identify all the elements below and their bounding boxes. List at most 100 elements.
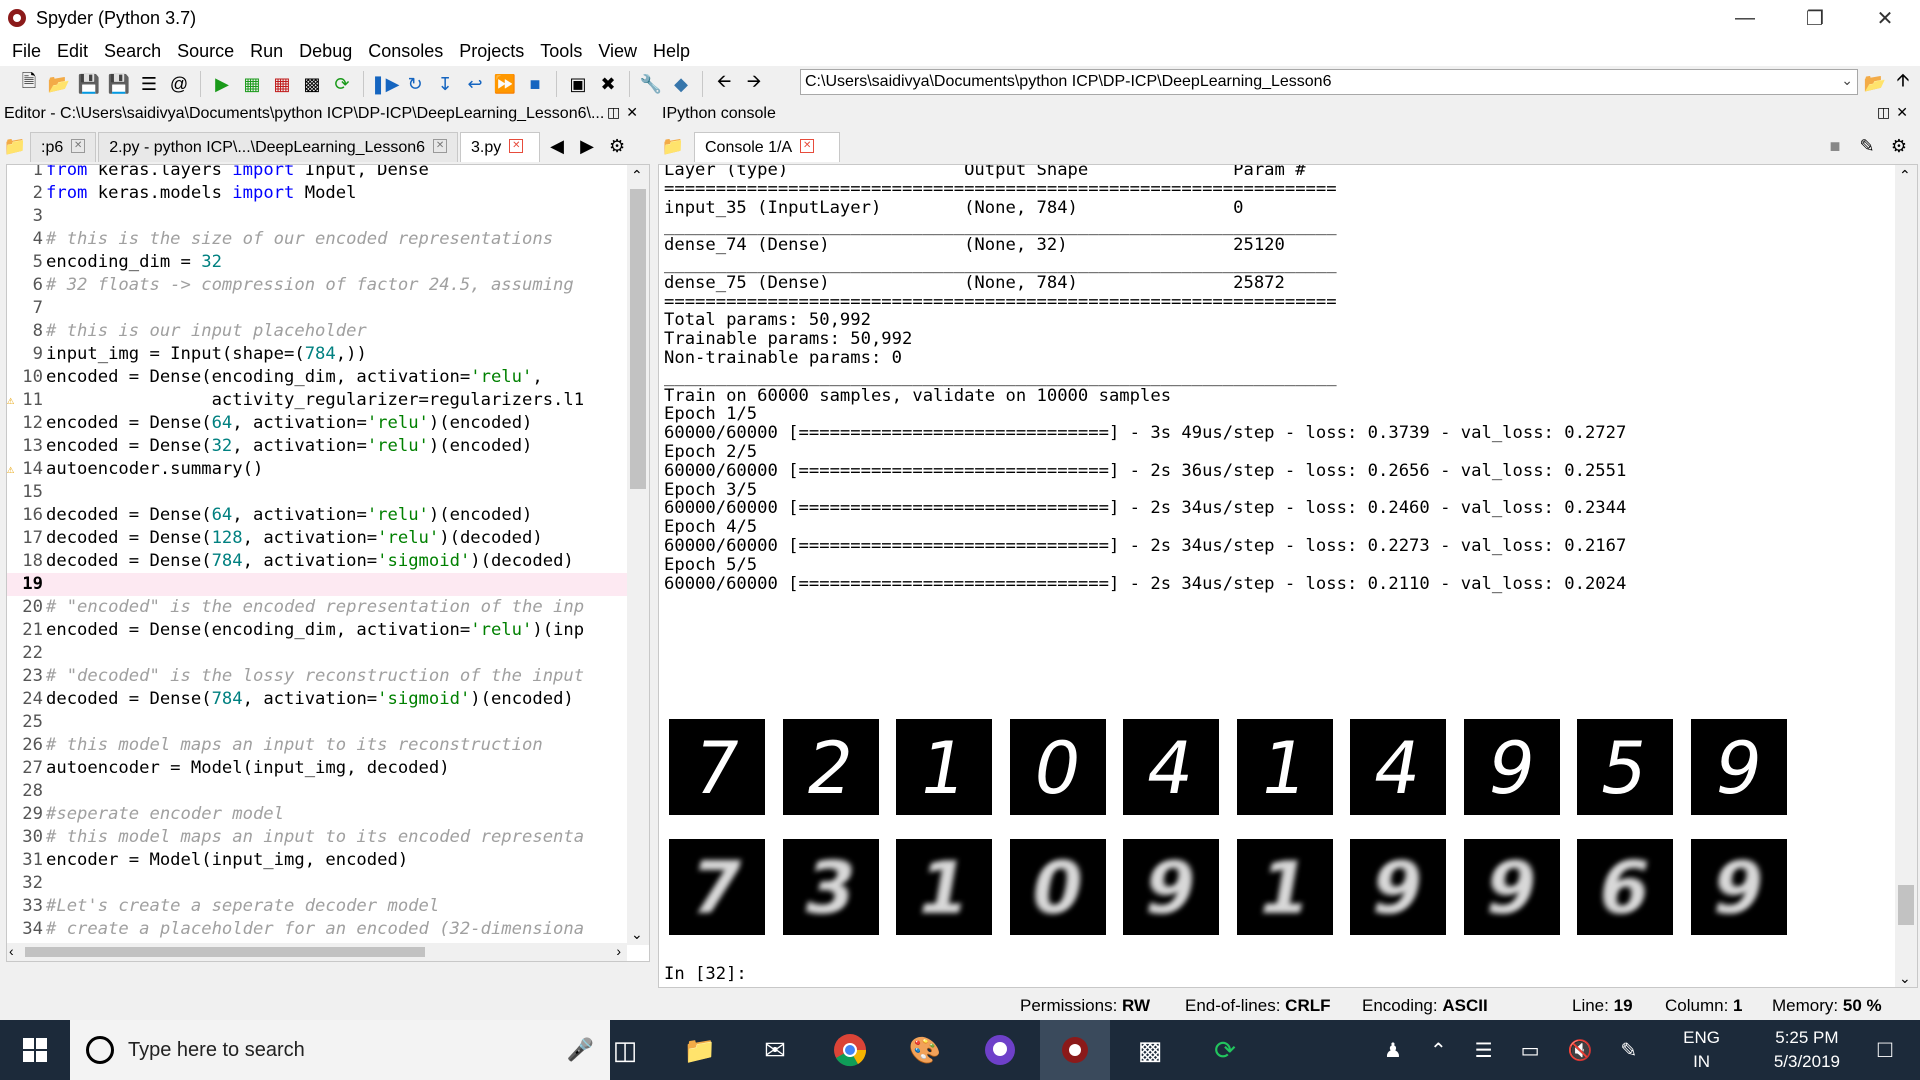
python-path-icon[interactable]: ◆	[669, 72, 693, 96]
menu-source[interactable]: Source	[169, 41, 242, 62]
code-line[interactable]: 22	[7, 642, 627, 665]
minimize-button[interactable]: —	[1710, 0, 1780, 36]
code-line[interactable]: 18 decoded = Dense(784, activation='sigmo…	[7, 550, 627, 573]
code-line[interactable]: 32	[7, 872, 627, 895]
continue-icon[interactable]: ⏩	[493, 72, 517, 96]
pane-controls[interactable]: ◫✕	[1877, 104, 1914, 121]
menu-consoles[interactable]: Consoles	[360, 41, 451, 62]
code-line[interactable]: 14 ⚠ autoencoder.summary()	[7, 458, 627, 481]
code-line[interactable]: 25	[7, 711, 627, 734]
rerun-icon[interactable]: ⟳	[330, 72, 354, 96]
scroll-thumb[interactable]	[25, 947, 425, 957]
menu-projects[interactable]: Projects	[451, 41, 532, 62]
chevron-down-icon[interactable]: ⌄	[1841, 72, 1853, 89]
at-icon[interactable]: @	[167, 72, 191, 96]
tab-p6[interactable]: :p6 ✕	[30, 132, 97, 162]
code-line[interactable]: 34 # create a placeholder for an encoded …	[7, 918, 627, 941]
github-icon[interactable]	[965, 1020, 1035, 1080]
code-line[interactable]: 15	[7, 481, 627, 504]
terminal-icon[interactable]: ▩	[1115, 1020, 1185, 1080]
code-line[interactable]: 29 #seperate encoder model	[7, 803, 627, 826]
step-into-icon[interactable]: ↧	[433, 72, 457, 96]
preferences-wrench-icon[interactable]: 🔧	[639, 72, 663, 96]
open-file-icon[interactable]: 📂	[47, 72, 71, 96]
code-line[interactable]: 31 encoder = Model(input_img, encoded)	[7, 849, 627, 872]
code-line[interactable]: 13 encoded = Dense(32, activation='relu')…	[7, 435, 627, 458]
close-tab-icon[interactable]: ✕	[800, 139, 815, 153]
clock[interactable]: 5:25 PM 5/3/2019	[1774, 1026, 1840, 1074]
close-tab-icon[interactable]: ✕	[71, 139, 86, 153]
forward-arrow-icon[interactable]: 🡪	[742, 71, 766, 96]
paint-icon[interactable]: 🎨	[890, 1020, 960, 1080]
people-icon[interactable]: ♟	[1384, 1038, 1402, 1063]
code-line[interactable]: 19	[7, 573, 627, 596]
code-line[interactable]: 1 from keras.layers import Input, Dense	[7, 165, 627, 182]
step-icon[interactable]: ↻	[403, 72, 427, 96]
menu-view[interactable]: View	[590, 41, 645, 62]
scroll-down-icon[interactable]: ⌄	[631, 926, 643, 943]
spyder-taskbar-icon[interactable]	[1040, 1020, 1110, 1080]
code-line[interactable]: 6 # 32 floats -> compression of factor 24…	[7, 274, 627, 297]
scroll-left-icon[interactable]: ‹	[9, 943, 14, 959]
scroll-up-icon[interactable]: ⌃	[631, 167, 643, 184]
code-line[interactable]: 4 # this is the size of our encoded repre…	[7, 228, 627, 251]
editor-options-gear-icon[interactable]: ⚙	[605, 134, 629, 158]
save-all-icon[interactable]: 💾	[107, 72, 131, 96]
code-line[interactable]: 9 input_img = Input(shape=(784,))	[7, 343, 627, 366]
notifications-icon[interactable]: □	[1850, 1020, 1920, 1080]
menu-edit[interactable]: Edit	[49, 41, 96, 62]
code-line[interactable]: 8 # this is our input placeholder	[7, 320, 627, 343]
chrome-icon[interactable]	[815, 1020, 885, 1080]
console-vertical-scrollbar[interactable]: ⌃ ⌄	[1895, 165, 1917, 987]
code-line[interactable]: 23 # "decoded" is the lossy reconstructio…	[7, 665, 627, 688]
start-button[interactable]	[0, 1020, 70, 1080]
clear-console-icon[interactable]: ✎	[1855, 134, 1879, 158]
code-line[interactable]: 2 from keras.models import Model	[7, 182, 627, 205]
run-icon[interactable]: ▶	[210, 72, 234, 96]
scroll-tabs-right-icon[interactable]: ▶	[575, 134, 599, 158]
mail-icon[interactable]: ✉	[740, 1020, 810, 1080]
tab-2py[interactable]: 2.py - python ICP\...\DeepLearning_Lesso…	[98, 132, 459, 162]
code-line[interactable]: 30 # this model maps an input to its enco…	[7, 826, 627, 849]
console-prompt[interactable]: In [32]:	[664, 963, 747, 986]
browse-tabs-icon[interactable]: 📁	[661, 134, 685, 158]
code-line[interactable]: 24 decoded = Dense(784, activation='sigmo…	[7, 688, 627, 711]
stop-kernel-icon[interactable]: ■	[1823, 134, 1847, 158]
debug-icon[interactable]: ❚▶	[371, 72, 400, 96]
scroll-up-icon[interactable]: ⌃	[1899, 167, 1911, 184]
warning-icon[interactable]: ⚠	[7, 389, 14, 412]
taskbar-search[interactable]: Type here to search 🎤	[70, 1020, 610, 1080]
code-line[interactable]: 33 #Let's create a seperate decoder model	[7, 895, 627, 918]
menu-tools[interactable]: Tools	[532, 41, 590, 62]
browse-folder-icon[interactable]: 📂	[1863, 71, 1887, 95]
close-window-button[interactable]: ✕	[1850, 0, 1920, 36]
run-cell-icon[interactable]: ▦	[240, 72, 264, 96]
code-line[interactable]: 17 decoded = Dense(128, activation='relu'…	[7, 527, 627, 550]
wifi-icon[interactable]: ☰	[1475, 1038, 1493, 1063]
scroll-down-icon[interactable]: ⌄	[1899, 970, 1911, 987]
input-language[interactable]: ENG IN	[1683, 1026, 1720, 1074]
back-arrow-icon[interactable]: 🡨	[712, 71, 736, 96]
scroll-thumb[interactable]	[1898, 885, 1914, 925]
working-directory-input[interactable]: C:\Users\saidivya\Documents\python ICP\D…	[800, 69, 1858, 95]
task-view-icon[interactable]: ◫	[590, 1020, 660, 1080]
code-line[interactable]: 7	[7, 297, 627, 320]
chevron-up-icon[interactable]: ⌃	[1430, 1038, 1447, 1063]
code-line[interactable]: 3	[7, 205, 627, 228]
code-line[interactable]: 21 encoded = Dense(encoding_dim, activati…	[7, 619, 627, 642]
stop-debug-icon[interactable]: ■	[523, 72, 547, 96]
pane-controls[interactable]: ◫✕	[607, 104, 644, 121]
tab-console-1a[interactable]: Console 1/A ✕	[694, 132, 840, 162]
editor-vertical-scrollbar[interactable]: ⌃ ⌄	[627, 165, 649, 945]
scroll-thumb[interactable]	[630, 189, 646, 489]
menu-file[interactable]: File	[4, 41, 49, 62]
code-line[interactable]: 10 encoded = Dense(encoding_dim, activati…	[7, 366, 627, 389]
menu-run[interactable]: Run	[242, 41, 291, 62]
parent-directory-icon[interactable]: 🡩	[1891, 70, 1915, 95]
close-tab-icon[interactable]: ✕	[433, 139, 448, 153]
code-line[interactable]: 27 autoencoder = Model(input_img, decoded…	[7, 757, 627, 780]
volume-icon[interactable]: 🔇	[1568, 1038, 1593, 1063]
refresh-app-icon[interactable]: ⟳	[1190, 1020, 1260, 1080]
scroll-tabs-left-icon[interactable]: ◀	[545, 134, 569, 158]
code-line[interactable]: 28	[7, 780, 627, 803]
